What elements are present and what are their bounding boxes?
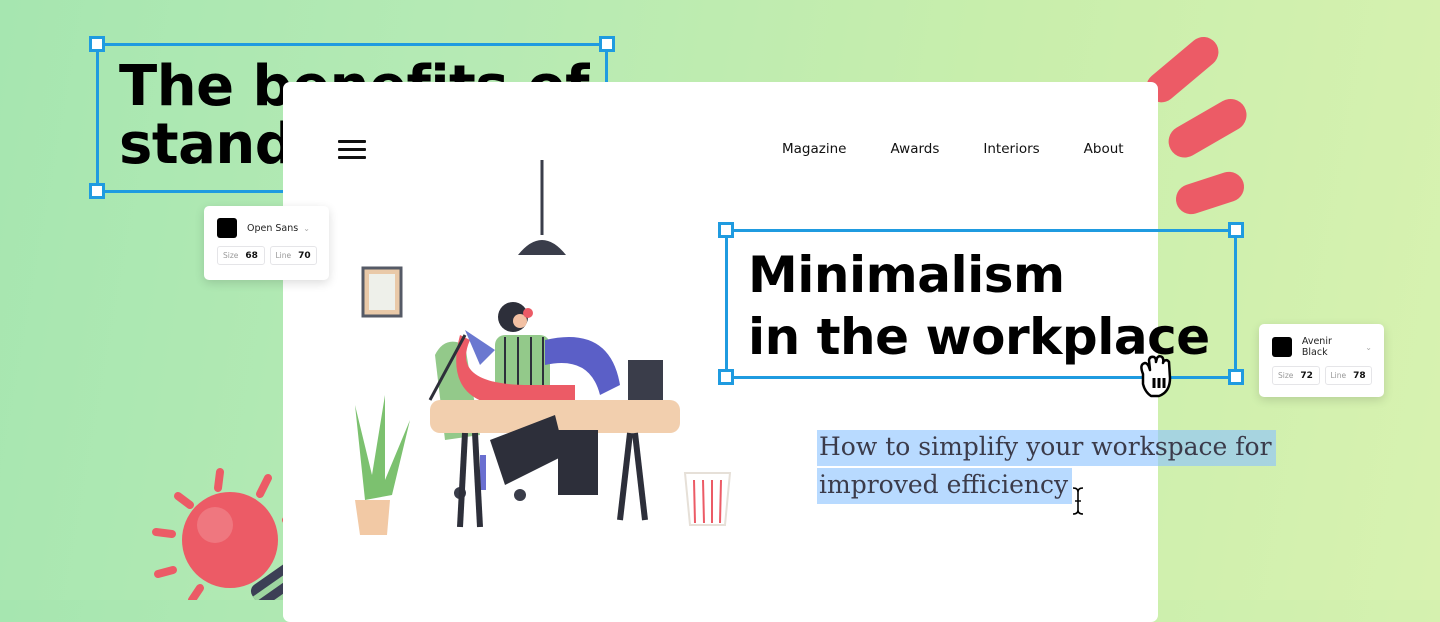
grab-hand-cursor-icon bbox=[1140, 354, 1172, 398]
page-subtitle[interactable]: How to simplify your workspace for impro… bbox=[817, 428, 1287, 504]
resize-handle-top-right[interactable] bbox=[599, 36, 615, 52]
font-settings-panel-left: Open Sans ⌄ Size 68 Line 70 bbox=[204, 206, 329, 280]
color-swatch[interactable] bbox=[217, 218, 237, 238]
nav-link-awards[interactable]: Awards bbox=[890, 141, 939, 157]
resize-handle-bottom-left[interactable] bbox=[89, 183, 105, 199]
red-stick bbox=[1168, 99, 1247, 158]
nav-link-about[interactable]: About bbox=[1084, 141, 1124, 157]
top-navigation: Magazine Awards Interiors About bbox=[782, 141, 1168, 157]
font-family-select[interactable]: Open Sans bbox=[247, 223, 298, 234]
resize-handle-bottom-left[interactable] bbox=[718, 369, 734, 385]
line-height-field[interactable]: Line 78 bbox=[1324, 366, 1372, 385]
line-height-field[interactable]: Line 70 bbox=[269, 246, 317, 265]
nav-link-interiors[interactable]: Interiors bbox=[983, 141, 1039, 157]
chevron-down-icon[interactable]: ⌄ bbox=[303, 224, 310, 233]
selected-subtitle-text[interactable]: How to simplify your workspace for impro… bbox=[817, 430, 1276, 504]
font-size-field[interactable]: Size 68 bbox=[217, 246, 265, 265]
chevron-down-icon[interactable]: ⌄ bbox=[1365, 343, 1372, 352]
office-illustration bbox=[355, 160, 732, 535]
resize-handle-bottom-right[interactable] bbox=[1228, 369, 1244, 385]
red-stick bbox=[1175, 171, 1245, 215]
font-settings-panel-right: Avenir Black ⌄ Size 72 Line 78 bbox=[1259, 324, 1384, 397]
resize-handle-top-left[interactable] bbox=[718, 222, 734, 238]
color-swatch[interactable] bbox=[1272, 337, 1292, 357]
nav-link-magazine[interactable]: Magazine bbox=[782, 141, 846, 157]
resize-handle-top-right[interactable] bbox=[1228, 222, 1244, 238]
resize-handle-top-left[interactable] bbox=[89, 36, 105, 52]
i-beam-cursor-icon bbox=[1072, 487, 1084, 515]
font-family-select[interactable]: Avenir Black bbox=[1302, 336, 1360, 358]
font-size-field[interactable]: Size 72 bbox=[1272, 366, 1320, 385]
